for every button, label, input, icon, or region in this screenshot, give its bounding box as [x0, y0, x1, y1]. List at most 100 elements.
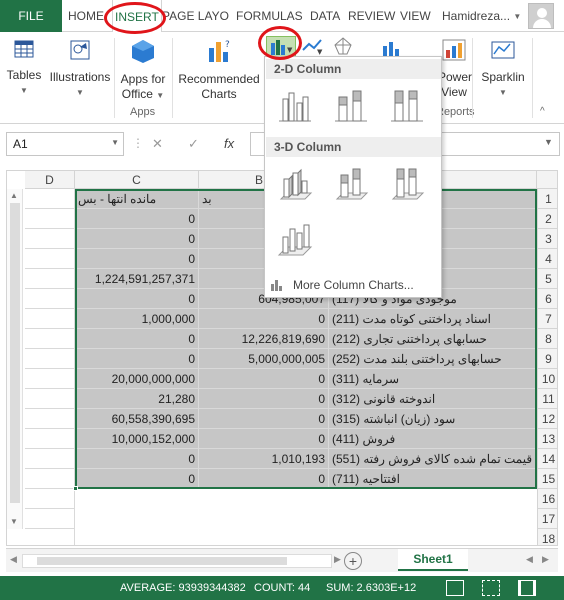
cell-c[interactable]: 0 — [75, 449, 199, 469]
scroll-right-icon[interactable]: ▶ — [334, 554, 341, 565]
row-header[interactable]: 10 — [537, 369, 557, 389]
sparklines-button[interactable]: Sparklin ▼ — [478, 38, 528, 100]
cell-d[interactable] — [25, 269, 75, 289]
add-sheet-button[interactable]: + — [344, 552, 362, 570]
normal-view-icon[interactable] — [446, 580, 464, 596]
prev-sheet-icon[interactable]: ◀ — [526, 554, 533, 565]
fill-handle[interactable] — [73, 486, 78, 491]
3d-percent-stacked-column-icon[interactable] — [387, 163, 427, 203]
clustered-column-icon[interactable] — [275, 85, 315, 125]
cell-c[interactable]: 0 — [75, 349, 199, 369]
cell-d[interactable] — [25, 489, 75, 509]
vertical-scroll-thumb[interactable] — [10, 203, 20, 503]
row-header[interactable]: 18 — [537, 529, 557, 545]
tables-button[interactable]: Tables ▼ — [4, 38, 44, 98]
row-header[interactable]: 7 — [537, 309, 557, 329]
cell-a[interactable]: اندوخته قانونی (312) — [329, 389, 537, 409]
cell-a[interactable]: حسابهای پرداختنی بلند مدت (252) — [329, 349, 537, 369]
cell-d[interactable] — [25, 409, 75, 429]
cell-d[interactable] — [25, 329, 75, 349]
cell-c[interactable]: 20,000,000,000 — [75, 369, 199, 389]
tab-page-layout[interactable]: PAGE LAYO — [162, 0, 229, 32]
cell-d[interactable] — [25, 369, 75, 389]
cell-c[interactable]: 60,558,390,695 — [75, 409, 199, 429]
cell-b[interactable]: 0 — [199, 429, 329, 449]
cell-d[interactable] — [25, 229, 75, 249]
page-break-view-icon[interactable] — [518, 580, 536, 596]
stacked-column-icon[interactable] — [331, 85, 371, 125]
cell-b[interactable]: 0 — [199, 389, 329, 409]
name-box[interactable]: A1 ▼ — [6, 132, 124, 156]
line-chart-button[interactable]: ▼ — [300, 36, 326, 58]
tab-review[interactable]: REVIEW — [348, 0, 395, 32]
row-header[interactable]: 6 — [537, 289, 557, 309]
cell-d[interactable] — [25, 289, 75, 309]
cell-c[interactable]: 10,000,152,000 — [75, 429, 199, 449]
cell-c[interactable]: 0 — [75, 209, 199, 229]
cell-c[interactable]: 0 — [75, 469, 199, 489]
row-header[interactable]: 17 — [537, 509, 557, 529]
insert-function-icon[interactable]: fx — [224, 136, 234, 151]
cell-a[interactable]: افتتاحیه (711) — [329, 469, 537, 489]
cell-a[interactable]: سرمایه (311) — [329, 369, 537, 389]
tab-file[interactable]: FILE — [0, 0, 62, 32]
cell-b[interactable]: 0 — [199, 369, 329, 389]
cell-b[interactable]: 5,000,000,005 — [199, 349, 329, 369]
3d-stacked-column-icon[interactable] — [331, 163, 371, 203]
page-layout-view-icon[interactable] — [482, 580, 500, 596]
select-all-corner[interactable] — [537, 171, 557, 189]
cell-b[interactable]: 0 — [199, 409, 329, 429]
row-header[interactable]: 15 — [537, 469, 557, 489]
user-name[interactable]: Hamidreza... ▼ — [442, 0, 521, 32]
vertical-scrollbar[interactable]: ▲ ▼ — [7, 189, 23, 529]
illustrations-button[interactable]: Illustrations ▼ — [48, 38, 112, 100]
cell-c[interactable]: 21,280 — [75, 389, 199, 409]
cell-d[interactable] — [25, 509, 75, 529]
horizontal-scroll-thumb[interactable] — [37, 557, 287, 565]
power-view-button[interactable]: Power View — [438, 38, 472, 100]
cell-c[interactable]: 0 — [75, 329, 199, 349]
row-header[interactable]: 8 — [537, 329, 557, 349]
cell-a[interactable]: اسناد پرداختنی کوتاه مدت (211) — [329, 309, 537, 329]
column-header-d[interactable]: D — [25, 171, 75, 189]
row-header[interactable]: 11 — [537, 389, 557, 409]
collapse-ribbon-icon[interactable]: ^ — [540, 106, 545, 117]
cell-c[interactable]: 0 — [75, 289, 199, 309]
scroll-left-icon[interactable]: ◀ — [10, 554, 17, 565]
avatar[interactable] — [528, 3, 554, 29]
3d-clustered-column-icon[interactable] — [275, 163, 315, 203]
cell-d[interactable] — [25, 189, 75, 209]
column-header-c[interactable]: C — [75, 171, 199, 189]
cell-c[interactable]: 1,224,591,257,371 — [75, 269, 199, 289]
cell-d[interactable] — [25, 529, 75, 545]
cancel-icon[interactable]: ✕ — [152, 136, 163, 152]
cell-c[interactable]: 0 — [75, 249, 199, 269]
radar-chart-button[interactable] — [330, 36, 356, 58]
cell-a[interactable]: فروش (411) — [329, 429, 537, 449]
row-header[interactable]: 14 — [537, 449, 557, 469]
row-header[interactable]: 16 — [537, 489, 557, 509]
row-header[interactable]: 5 — [537, 269, 557, 289]
tab-view[interactable]: VIEW — [400, 0, 431, 32]
tab-data[interactable]: DATA — [310, 0, 340, 32]
next-sheet-icon[interactable]: ▶ — [542, 554, 549, 565]
cell-d[interactable] — [25, 389, 75, 409]
row-header[interactable]: 2 — [537, 209, 557, 229]
cell-a[interactable]: حسابهای پرداختنی تجاری (212) — [329, 329, 537, 349]
cell-b[interactable]: 12,226,819,690 — [199, 329, 329, 349]
formula-bar-grip[interactable]: ⋮ — [132, 136, 144, 150]
cell-a[interactable]: قیمت تمام شده کالای فروش رفته (551) — [329, 449, 537, 469]
more-column-charts-item[interactable]: More Column Charts... — [269, 276, 439, 294]
cell-d[interactable] — [25, 449, 75, 469]
cell-d[interactable] — [25, 469, 75, 489]
column-chart-button[interactable]: ▼ — [266, 36, 296, 58]
row-header[interactable]: 4 — [537, 249, 557, 269]
row-header[interactable]: 13 — [537, 429, 557, 449]
recommended-charts-button[interactable]: ? Recommended Charts — [176, 38, 262, 102]
row-header[interactable]: 1 — [537, 189, 557, 209]
row-header[interactable]: 9 — [537, 349, 557, 369]
tab-home[interactable]: HOME — [68, 0, 104, 32]
cell-d[interactable] — [25, 349, 75, 369]
cell-d[interactable] — [25, 209, 75, 229]
3d-column-icon[interactable] — [275, 219, 315, 259]
